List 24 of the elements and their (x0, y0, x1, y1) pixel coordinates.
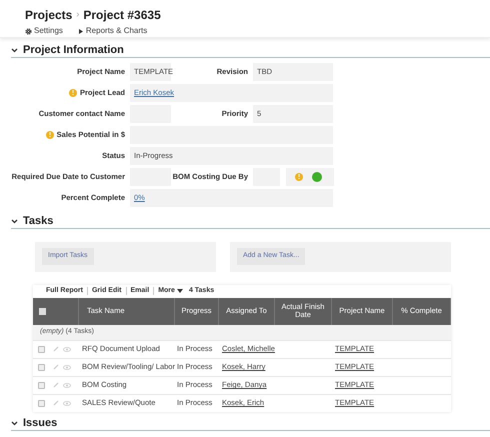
eye-icon[interactable] (63, 364, 71, 370)
checkbox[interactable] (38, 400, 45, 406)
checkbox[interactable] (38, 346, 45, 352)
settings-icon (25, 28, 32, 34)
page-title: Project #3635 (83, 7, 161, 24)
breadcrumb-link[interactable]: Projects (25, 6, 72, 24)
caret-icon (176, 289, 183, 293)
section-title: Issues (23, 418, 58, 428)
pencil-icon[interactable] (53, 346, 59, 352)
section-title: Project Information (23, 45, 124, 56)
checkbox[interactable] (38, 364, 45, 370)
checkbox[interactable] (39, 308, 46, 314)
reports-link[interactable]: Reports & Charts (78, 25, 148, 37)
eye-icon[interactable] (63, 400, 71, 406)
checkbox[interactable] (38, 382, 45, 388)
triangle-icon (78, 28, 83, 34)
pencil-icon[interactable] (53, 382, 59, 388)
pencil-icon[interactable] (53, 400, 59, 406)
eye-icon[interactable] (63, 346, 71, 352)
breadcrumb-separator: › (76, 8, 80, 22)
eye-icon[interactable] (63, 382, 71, 388)
settings-link[interactable]: Settings (25, 25, 63, 37)
section-title: Tasks (23, 216, 54, 226)
pencil-icon[interactable] (53, 364, 59, 370)
